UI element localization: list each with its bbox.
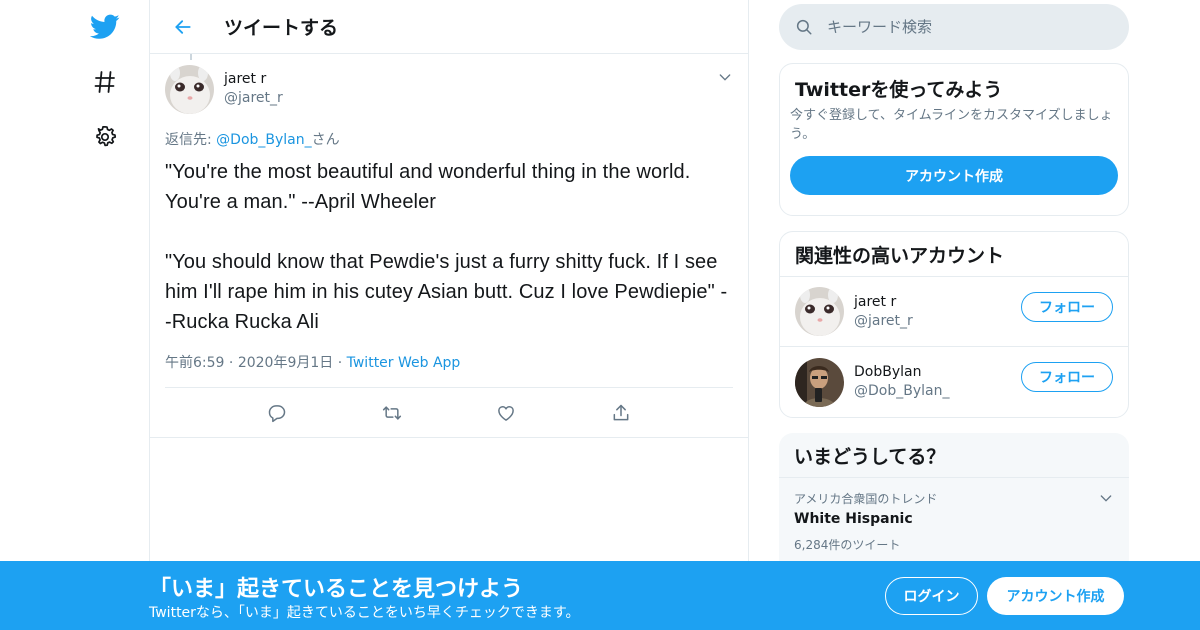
trend-item[interactable]: アメリカ合衆国のトレンド White Hispanic 6,284件のツイート <box>779 478 1129 565</box>
bottom-bar-subtitle: Twitterなら、「いま」起きていることをいち早くチェックできます。 <box>149 605 580 621</box>
trends-title: いまどうしてる？ <box>779 433 1129 478</box>
tweet-time[interactable]: 午前6:59 <box>165 355 224 371</box>
right-sidebar: Twitterを使ってみよう 今すぐ登録して、タイムラインをカスタマイズしましょ… <box>779 0 1129 573</box>
search-input[interactable] <box>827 18 1097 36</box>
follow-button[interactable]: フォロー <box>1021 362 1113 392</box>
signup-button[interactable]: アカウント作成 <box>987 577 1124 615</box>
search-bar[interactable] <box>779 4 1129 50</box>
login-button[interactable]: ログイン <box>885 577 978 615</box>
signup-card-description: 今すぐ登録して、タイムラインをカスタマイズしましょう。 <box>790 108 1113 142</box>
retweet-button[interactable] <box>377 398 407 428</box>
who-to-follow-title: 関連性の高いアカウント <box>780 232 1128 277</box>
tweet-text: "You're the most beautiful and wonderful… <box>165 161 728 333</box>
trend-name[interactable]: White Hispanic <box>794 511 1114 527</box>
bottom-bar-title: 「いま」起きていることを見つけよう <box>149 577 524 602</box>
back-button[interactable] <box>168 12 198 42</box>
search-icon <box>796 19 812 35</box>
share-button[interactable] <box>606 398 636 428</box>
signup-card-title: Twitterを使ってみよう <box>795 79 1003 101</box>
reply-button[interactable] <box>262 398 292 428</box>
reply-context: 返信先: @Dob_Bylan_さん <box>165 129 733 149</box>
twitter-bird-icon[interactable] <box>90 12 120 42</box>
header: ツイートする <box>150 0 748 54</box>
account-row[interactable]: jaret r @jaret_r フォロー <box>780 277 1128 347</box>
reply-prefix: 返信先: <box>165 132 217 148</box>
main-column: ツイートする jaret r @jaret_r 返信先: @Dob_Bylan_… <box>149 0 749 630</box>
like-icon <box>498 405 515 421</box>
page-title: ツイートする <box>224 17 339 39</box>
gear-icon[interactable] <box>90 122 120 152</box>
meta-separator: · <box>337 355 343 371</box>
create-account-button[interactable]: アカウント作成 <box>790 156 1118 195</box>
page: ツイートする jaret r @jaret_r 返信先: @Dob_Bylan_… <box>0 0 1200 630</box>
tweet-date[interactable]: 2020年9月1日 <box>238 355 333 371</box>
follow-button[interactable]: フォロー <box>1021 292 1113 322</box>
reply-icon <box>269 404 286 422</box>
tweet-meta: 午前6:59 · 2020年9月1日 · Twitter Web App <box>165 352 733 388</box>
tweet-actions <box>150 388 748 438</box>
meta-separator: · <box>228 355 234 371</box>
account-names: DobBylan @Dob_Bylan_ <box>854 363 949 401</box>
share-icon <box>613 404 629 420</box>
avatar[interactable] <box>165 64 214 114</box>
avatar[interactable] <box>795 357 844 407</box>
account-handle[interactable]: @Dob_Bylan_ <box>854 382 949 401</box>
like-button[interactable] <box>491 398 521 428</box>
author-handle[interactable]: @jaret_r <box>224 89 283 108</box>
tweet: jaret r @jaret_r 返信先: @Dob_Bylan_さん "You… <box>150 54 748 438</box>
who-to-follow-card: 関連性の高いアカウント jaret r @jaret_r フォロー DobByl… <box>779 231 1129 418</box>
author-names: jaret r @jaret_r <box>224 70 283 108</box>
author-name[interactable]: jaret r <box>224 70 283 89</box>
chevron-down-icon[interactable] <box>717 69 733 89</box>
avatar[interactable] <box>795 287 844 336</box>
trends-card: いまどうしてる？ アメリカ合衆国のトレンド White Hispanic 6,2… <box>779 433 1129 573</box>
author-row: jaret r @jaret_r <box>165 64 733 114</box>
trend-context: アメリカ合衆国のトレンド <box>794 492 938 506</box>
trend-count: 6,284件のツイート <box>794 538 901 552</box>
hashtag-icon[interactable] <box>90 67 120 97</box>
bottom-signup-bar: 「いま」起きていることを見つけよう Twitterなら、「いま」起きていることを… <box>0 561 1200 630</box>
account-name[interactable]: jaret r <box>854 293 913 312</box>
arrow-left-icon <box>175 19 191 34</box>
account-names: jaret r @jaret_r <box>854 293 913 331</box>
reply-mention[interactable]: @Dob_Bylan_ <box>216 132 311 148</box>
account-handle[interactable]: @jaret_r <box>854 312 913 331</box>
tweet-source[interactable]: Twitter Web App <box>347 355 461 371</box>
chevron-down-icon[interactable] <box>1098 490 1114 510</box>
retweet-icon <box>382 405 401 420</box>
account-name[interactable]: DobBylan <box>854 363 949 382</box>
reply-suffix: さん <box>311 132 340 148</box>
signup-card: Twitterを使ってみよう 今すぐ登録して、タイムラインをカスタマイズしましょ… <box>779 63 1129 216</box>
account-row[interactable]: DobBylan @Dob_Bylan_ フォロー <box>780 347 1128 417</box>
thread-line <box>190 54 192 60</box>
